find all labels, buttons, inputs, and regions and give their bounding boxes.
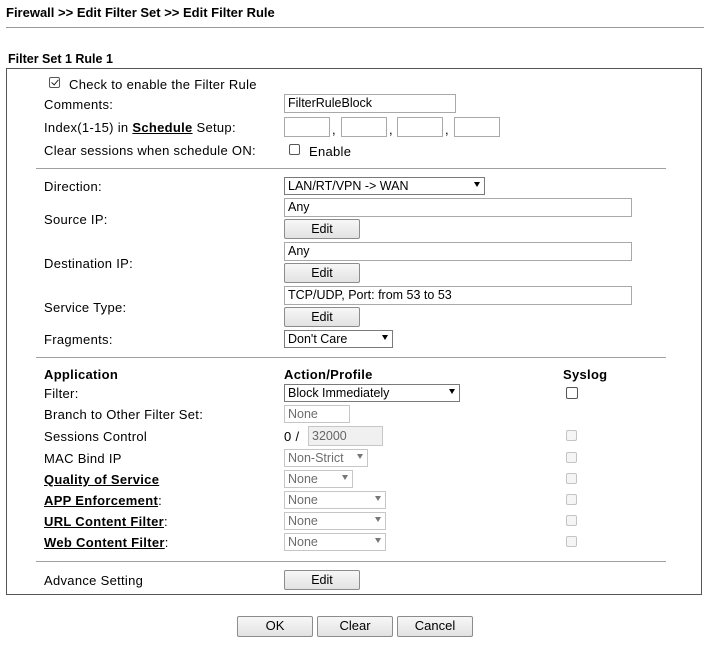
syslog-column-header: Syslog [563,367,608,382]
sessions-slash: / [295,429,300,444]
url-content-filter-colon: : [164,514,168,529]
application-column-header: Application [44,367,119,382]
schedule-separator: , [445,122,449,137]
chevron-down-icon [342,475,348,480]
sessions-syslog-checkbox[interactable] [566,430,577,441]
app-enforcement-value: None [288,493,318,507]
app-enforcement-syslog-checkbox[interactable] [566,494,577,505]
app-enforcement-link[interactable]: APP Enforcement [44,493,158,508]
qos-syslog-checkbox[interactable] [566,473,577,484]
source-ip-label: Source IP: [44,212,108,227]
qos-value: None [288,472,318,486]
comments-label: Comments: [44,97,114,112]
url-content-filter-label: URL Content Filter: [44,514,168,529]
web-content-filter-colon: : [164,535,169,550]
mac-bind-ip-select[interactable]: Non-Strict [284,449,368,467]
filter-syslog-checkbox[interactable] [566,387,578,399]
ok-button[interactable]: OK [237,616,313,637]
web-content-filter-label: Web Content Filter: [44,535,169,550]
branch-filter-set-value: None [288,407,318,421]
schedule-label: Index(1-15) in Schedule Setup: [44,120,236,135]
chevron-down-icon [449,389,455,394]
app-enforcement-select[interactable]: None [284,491,386,509]
sessions-max-input[interactable]: 32000 [308,426,383,446]
header-divider [6,27,704,28]
chevron-down-icon [375,517,381,522]
app-enforcement-label: APP Enforcement: [44,493,162,508]
service-type-field: TCP/UDP, Port: from 53 to 53 [284,286,632,305]
cancel-button[interactable]: Cancel [397,616,473,637]
schedule-index-4-input[interactable] [454,117,500,137]
section-divider [36,357,666,358]
source-ip-field: Any [284,198,632,217]
mac-bind-ip-label: MAC Bind IP [44,451,122,466]
branch-filter-set-select[interactable]: None [284,405,350,423]
advance-setting-label: Advance Setting [44,573,144,588]
sessions-control-label: Sessions Control [44,429,148,444]
web-content-filter-link[interactable]: Web Content Filter [44,535,165,550]
service-type-edit-button[interactable]: Edit [284,307,360,327]
fragments-select[interactable]: Don't Care [284,330,393,348]
clear-sessions-checkbox[interactable] [289,144,300,155]
breadcrumb: Firewall >> Edit Filter Set >> Edit Filt… [6,5,275,20]
source-ip-edit-button[interactable]: Edit [284,219,360,239]
app-enforcement-colon: : [158,493,162,508]
clear-sessions-option: Enable [309,144,352,159]
comments-input[interactable]: FilterRuleBlock [284,94,456,113]
branch-filter-set-label: Branch to Other Filter Set: [44,407,204,422]
filter-action-select[interactable]: Block Immediately [284,384,460,402]
enable-rule-checkbox[interactable] [49,77,60,88]
url-filter-syslog-checkbox[interactable] [566,515,577,526]
sessions-current-value: 0 [284,429,292,444]
section-divider [36,168,666,169]
destination-ip-label: Destination IP: [44,256,134,271]
mac-bind-syslog-checkbox[interactable] [566,452,577,463]
chevron-down-icon [375,538,381,543]
mac-bind-ip-value: Non-Strict [288,451,344,465]
web-filter-syslog-checkbox[interactable] [566,536,577,547]
schedule-index-2-input[interactable] [341,117,387,137]
web-content-filter-select[interactable]: None [284,533,386,551]
fragments-label: Fragments: [44,332,113,347]
direction-label: Direction: [44,179,102,194]
filter-action-value: Block Immediately [288,386,390,400]
destination-ip-field: Any [284,242,632,261]
schedule-prefix: Index(1-15) in [44,120,129,135]
schedule-separator: , [332,122,336,137]
url-content-filter-link[interactable]: URL Content Filter [44,514,164,529]
url-content-filter-select[interactable]: None [284,512,386,530]
section-divider [36,561,666,562]
schedule-index-3-input[interactable] [397,117,443,137]
sessions-current: 0 / [284,429,299,444]
qos-link[interactable]: Quality of Service [44,472,159,487]
enable-rule-label: Check to enable the Filter Rule [69,77,257,92]
action-profile-column-header: Action/Profile [284,367,373,382]
schedule-separator: , [389,122,393,137]
url-content-filter-value: None [288,514,318,528]
service-type-label: Service Type: [44,300,127,315]
filter-set-title: Filter Set 1 Rule 1 [8,52,113,66]
schedule-index-1-input[interactable] [284,117,330,137]
direction-value: LAN/RT/VPN -> WAN [288,179,409,193]
chevron-down-icon [382,335,388,340]
schedule-link[interactable]: Schedule [132,120,192,135]
schedule-suffix: Setup: [196,120,236,135]
filter-label: Filter: [44,386,79,401]
advance-setting-edit-button[interactable]: Edit [284,570,360,590]
web-content-filter-value: None [288,535,318,549]
clear-button[interactable]: Clear [317,616,393,637]
fragments-value: Don't Care [288,332,348,346]
destination-ip-edit-button[interactable]: Edit [284,263,360,283]
chevron-down-icon [474,182,480,187]
direction-select[interactable]: LAN/RT/VPN -> WAN [284,177,485,195]
clear-sessions-label: Clear sessions when schedule ON: [44,143,256,158]
chevron-down-icon [357,454,363,459]
chevron-down-icon [375,496,381,501]
qos-select[interactable]: None [284,470,353,488]
